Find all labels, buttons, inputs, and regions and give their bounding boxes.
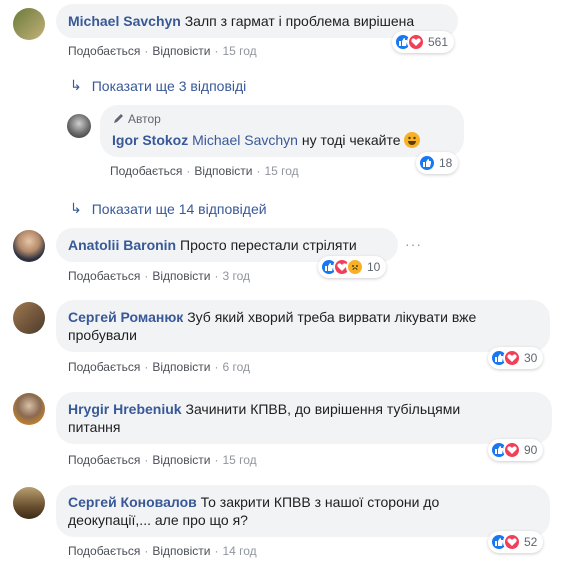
avatar[interactable] bbox=[13, 230, 45, 262]
love-reaction-icon bbox=[407, 33, 425, 51]
comment-author[interactable]: Сергей Коновалов bbox=[68, 494, 197, 510]
comment-author[interactable]: Igor Stokoz bbox=[112, 132, 188, 148]
avatar[interactable] bbox=[13, 487, 45, 519]
comment-text: Зуб який хворий треба вирвати лікувати в… bbox=[187, 309, 477, 325]
comment-author[interactable]: Hrygir Hrebeniuk bbox=[68, 401, 182, 417]
comment-actions: Подобається · Відповісти · 15 год bbox=[110, 164, 299, 178]
comment-author[interactable]: Сергей Романюк bbox=[68, 309, 183, 325]
comment-text-continued: пробували bbox=[68, 327, 137, 343]
reply-link[interactable]: Відповісти bbox=[152, 453, 210, 467]
reaction-summary[interactable]: 561 bbox=[392, 31, 455, 53]
timestamp[interactable]: 6 год bbox=[222, 360, 250, 374]
mention-link[interactable]: Michael Savchyn bbox=[192, 132, 298, 148]
comment-text: Просто перестали стріляти bbox=[180, 237, 357, 253]
smile-emoji-icon bbox=[404, 132, 421, 148]
reply-link[interactable]: Відповісти bbox=[152, 360, 210, 374]
avatar[interactable] bbox=[13, 8, 45, 40]
love-reaction-icon bbox=[503, 349, 521, 367]
pencil-icon bbox=[114, 114, 123, 123]
timestamp[interactable]: 15 год bbox=[264, 164, 298, 178]
separator-dot: · bbox=[186, 164, 191, 178]
comment-text: Залп з гармат і проблема вирішена bbox=[184, 13, 415, 29]
separator-dot: · bbox=[214, 544, 219, 558]
comment-author[interactable]: Anatolii Baronin bbox=[68, 237, 176, 253]
reply-bubble: Автор Igor Stokoz Michael Savchyn ну тод… bbox=[100, 105, 464, 157]
sad-reaction-icon bbox=[346, 258, 364, 276]
like-link[interactable]: Подобається bbox=[68, 544, 140, 558]
separator-dot: · bbox=[214, 44, 219, 58]
reaction-summary[interactable]: 90 bbox=[488, 439, 544, 461]
separator-dot: · bbox=[214, 360, 219, 374]
comment-actions: Подобається · Відповісти · 15 год bbox=[68, 453, 257, 467]
reply-arrow-icon: ↳ bbox=[70, 200, 82, 216]
comment-actions: Подобається · Відповісти · 14 год bbox=[68, 544, 257, 558]
separator-dot: · bbox=[144, 360, 149, 374]
comment-text: То закрити КПВВ з нашої сторони до bbox=[200, 494, 440, 510]
reaction-count: 30 bbox=[524, 351, 538, 365]
like-link[interactable]: Подобається bbox=[68, 44, 140, 58]
like-link[interactable]: Подобається bbox=[68, 360, 140, 374]
show-more-replies-label: Показати ще 3 відповіді bbox=[91, 77, 247, 94]
reaction-count: 10 bbox=[367, 260, 381, 274]
comment-text: ну тоді чекайте bbox=[301, 132, 401, 148]
show-more-replies-label: Показати ще 14 відповідей bbox=[91, 200, 267, 217]
timestamp[interactable]: 15 год bbox=[222, 453, 256, 467]
like-reaction-icon bbox=[418, 154, 436, 172]
separator-dot: · bbox=[214, 453, 219, 467]
comment-author[interactable]: Michael Savchyn bbox=[68, 13, 181, 29]
like-link[interactable]: Подобається bbox=[68, 269, 140, 283]
separator-dot: · bbox=[144, 44, 149, 58]
love-reaction-icon bbox=[503, 441, 521, 459]
comment-actions: Подобається · Відповісти · 6 год bbox=[68, 360, 250, 374]
love-reaction-icon bbox=[503, 533, 521, 551]
comment-text-continued: питання bbox=[68, 419, 121, 435]
like-link[interactable]: Подобається bbox=[68, 453, 140, 467]
comment-text: Зачинити КПВВ, до вирішення тубільцями bbox=[185, 401, 461, 417]
author-badge: Автор bbox=[112, 111, 452, 127]
comment-actions: Подобається · Відповісти · 3 год bbox=[68, 269, 250, 283]
like-link[interactable]: Подобається bbox=[110, 164, 182, 178]
more-options-button[interactable]: ··· bbox=[405, 236, 422, 252]
comment-bubble: Сергей Коновалов То закрити КПВВ з нашої… bbox=[56, 485, 550, 537]
comment-bubble: Сергей Романюк Зуб який хворий треба вир… bbox=[56, 300, 550, 352]
timestamp[interactable]: 14 год bbox=[222, 544, 256, 558]
comment-text-continued: деокупації,... але про що я? bbox=[68, 512, 248, 528]
reaction-summary[interactable]: 10 bbox=[318, 256, 387, 278]
reaction-summary[interactable]: 30 bbox=[488, 347, 544, 369]
reply-arrow-icon: ↳ bbox=[70, 77, 82, 93]
avatar[interactable] bbox=[13, 393, 45, 425]
reaction-summary[interactable]: 52 bbox=[488, 531, 544, 553]
reaction-count: 90 bbox=[524, 443, 538, 457]
reaction-count: 18 bbox=[439, 156, 453, 170]
separator-dot: · bbox=[144, 269, 149, 283]
show-more-replies-link[interactable]: ↳ Показати ще 14 відповідей bbox=[70, 200, 267, 217]
avatar[interactable] bbox=[13, 302, 45, 334]
reply-link[interactable]: Відповісти bbox=[152, 269, 210, 283]
timestamp[interactable]: 3 год bbox=[222, 269, 250, 283]
comment-bubble: Hrygir Hrebeniuk Зачинити КПВВ, до виріш… bbox=[56, 392, 552, 444]
separator-dot: · bbox=[214, 269, 219, 283]
avatar[interactable] bbox=[67, 114, 91, 138]
reply-link[interactable]: Відповісти bbox=[194, 164, 252, 178]
comment-actions: Подобається · Відповісти · 15 год bbox=[68, 44, 257, 58]
reaction-count: 561 bbox=[428, 35, 449, 49]
reply-link[interactable]: Відповісти bbox=[152, 44, 210, 58]
author-badge-label: Автор bbox=[128, 112, 161, 126]
separator-dot: · bbox=[256, 164, 261, 178]
timestamp[interactable]: 15 год bbox=[222, 44, 256, 58]
reply-link[interactable]: Відповісти bbox=[152, 544, 210, 558]
reaction-summary[interactable]: 18 bbox=[416, 152, 459, 174]
separator-dot: · bbox=[144, 544, 149, 558]
reaction-count: 52 bbox=[524, 535, 538, 549]
show-more-replies-link[interactable]: ↳ Показати ще 3 відповіді bbox=[70, 77, 246, 94]
separator-dot: · bbox=[144, 453, 149, 467]
